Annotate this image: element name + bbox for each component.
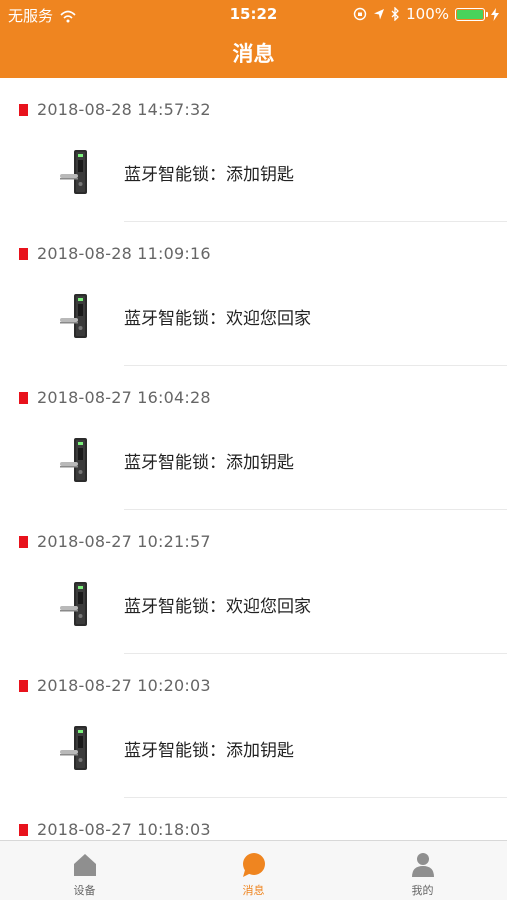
message-text: 蓝牙智能锁：添加钥匙 (124, 165, 294, 185)
smart-lock-icon (60, 438, 87, 482)
battery-percent: 100% (406, 5, 449, 23)
message-date-row: 2018-08-27 10:20:03 (19, 676, 211, 695)
smart-lock-icon (60, 582, 87, 626)
unread-marker (19, 679, 28, 692)
unread-marker (19, 103, 28, 116)
tab-bar: 设备 消息 我的 (0, 840, 507, 900)
chat-bubble-icon (242, 853, 265, 877)
message-date: 2018-08-27 10:20:03 (37, 676, 211, 695)
home-icon (73, 854, 96, 876)
unread-marker (19, 391, 28, 404)
message-date-row: 2018-08-27 10:18:03 (19, 820, 211, 839)
message-item[interactable]: 2018-08-28 11:09:16 蓝牙智能锁：欢迎您回家 (0, 222, 507, 366)
message-date-row: 2018-08-28 14:57:32 (19, 100, 211, 119)
message-item[interactable]: 2018-08-28 14:57:32 蓝牙智能锁：添加钥匙 (0, 78, 507, 222)
message-item[interactable]: 2018-08-27 10:20:03 蓝牙智能锁：添加钥匙 (0, 654, 507, 798)
message-item[interactable]: 2018-08-27 16:04:28 蓝牙智能锁：添加钥匙 (0, 366, 507, 510)
message-text: 蓝牙智能锁：添加钥匙 (124, 741, 294, 761)
message-item[interactable]: 2018-08-27 10:21:57 蓝牙智能锁：欢迎您回家 (0, 510, 507, 654)
person-icon (411, 853, 434, 877)
bluetooth-icon (391, 7, 400, 21)
page-title: 消息 (232, 42, 275, 66)
message-date: 2018-08-28 11:09:16 (37, 244, 211, 263)
smart-lock-icon (60, 294, 87, 338)
tab-messages-label: 消息 (242, 884, 265, 897)
message-date: 2018-08-27 16:04:28 (37, 388, 211, 407)
message-text: 蓝牙智能锁：添加钥匙 (124, 453, 294, 473)
message-date: 2018-08-27 10:18:03 (37, 820, 211, 839)
unread-marker (19, 823, 28, 836)
tab-messages[interactable]: 消息 (169, 841, 338, 900)
location-arrow-icon (374, 8, 385, 19)
message-date: 2018-08-28 14:57:32 (37, 100, 211, 119)
orientation-lock-icon (353, 7, 367, 21)
message-date-row: 2018-08-27 10:21:57 (19, 532, 211, 551)
smart-lock-icon (60, 726, 87, 770)
message-text: 蓝牙智能锁：欢迎您回家 (124, 597, 311, 617)
battery-level-fill (457, 9, 483, 19)
smart-lock-icon (60, 150, 87, 194)
tab-devices-label: 设备 (73, 884, 96, 897)
message-date-row: 2018-08-28 11:09:16 (19, 244, 211, 263)
status-bar: 无服务 15:22 100% (0, 0, 507, 28)
message-date: 2018-08-27 10:21:57 (37, 532, 211, 551)
top-header: 无服务 15:22 100% 消息 (0, 0, 507, 78)
tab-me-label: 我的 (411, 884, 434, 897)
charging-bolt-icon (491, 7, 499, 21)
tab-devices[interactable]: 设备 (0, 841, 169, 900)
message-date-row: 2018-08-27 16:04:28 (19, 388, 211, 407)
message-text: 蓝牙智能锁：欢迎您回家 (124, 309, 311, 329)
unread-marker (19, 535, 28, 548)
message-list[interactable]: 2018-08-28 14:57:32 蓝牙智能锁：添加钥匙 2018-08-2… (0, 78, 507, 840)
message-item[interactable]: 2018-08-27 10:18:03 (0, 798, 507, 840)
tab-me[interactable]: 我的 (338, 841, 507, 900)
unread-marker (19, 247, 28, 260)
battery-icon (455, 7, 488, 21)
